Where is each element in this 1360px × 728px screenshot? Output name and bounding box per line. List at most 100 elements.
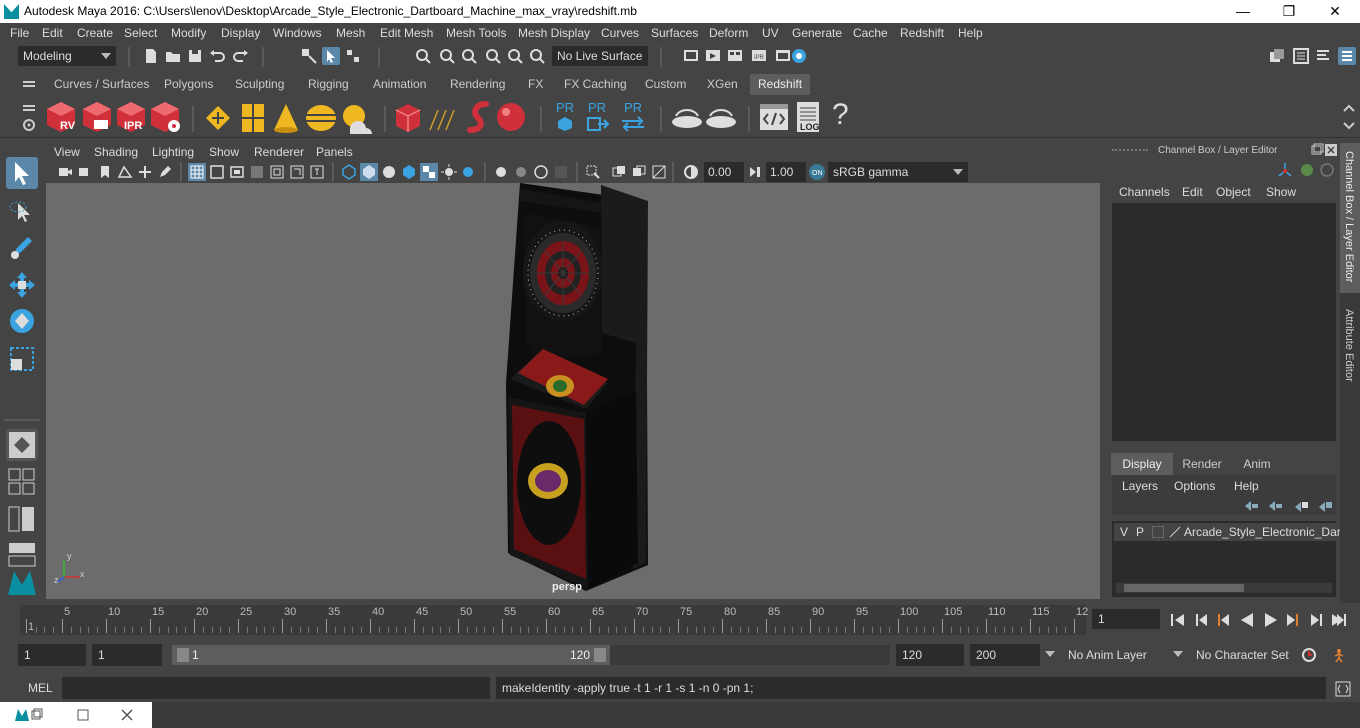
toggle-channel-box-icon[interactable] bbox=[1338, 47, 1356, 65]
ipr-render-icon[interactable]: IPR bbox=[750, 47, 768, 65]
close-panel-icon[interactable] bbox=[1324, 143, 1338, 157]
isolate-select-icon[interactable] bbox=[584, 163, 602, 181]
use-all-lights-icon[interactable] bbox=[440, 163, 458, 181]
shelf-tab-animation[interactable]: Animation bbox=[365, 74, 434, 95]
layer-color-swatch[interactable] bbox=[1152, 526, 1164, 538]
command-input[interactable] bbox=[62, 677, 490, 699]
character-set-selector[interactable]: No Character Set bbox=[1190, 644, 1294, 666]
toggle-outliner-icon[interactable] bbox=[1292, 47, 1310, 65]
single-perspective-layout-icon[interactable] bbox=[6, 429, 38, 461]
screen-space-ao-icon[interactable] bbox=[492, 163, 510, 181]
shelf-scroll-down-icon[interactable] bbox=[1340, 116, 1358, 134]
save-scene-icon[interactable] bbox=[186, 47, 204, 65]
layer-playback-toggle[interactable]: P bbox=[1136, 525, 1144, 539]
script-editor-icon[interactable] bbox=[758, 102, 790, 132]
viewport-menu-panels[interactable]: Panels bbox=[316, 145, 353, 159]
layer-row[interactable]: V P Arcade_Style_Electronic_Dart bbox=[1114, 523, 1344, 541]
color-space-selector[interactable]: sRGB gamma bbox=[828, 162, 968, 182]
restore-window-icon[interactable] bbox=[30, 707, 44, 721]
menu-create[interactable]: Create bbox=[77, 26, 113, 40]
menu-edit[interactable]: Edit bbox=[42, 26, 63, 40]
snap-grid-icon[interactable] bbox=[414, 47, 432, 65]
side-tab-attribute-editor[interactable]: Attribute Editor bbox=[1340, 303, 1360, 403]
film-gate-icon[interactable] bbox=[208, 163, 226, 181]
shelf-tab-sculpting[interactable]: Sculpting bbox=[227, 74, 292, 95]
shelf-tab-polygons[interactable]: Polygons bbox=[156, 74, 221, 95]
step-forward-icon[interactable] bbox=[1308, 611, 1326, 629]
outliner-layout-icon[interactable] bbox=[8, 505, 36, 533]
play-forwards-icon[interactable] bbox=[1262, 611, 1280, 629]
layer-tab-anim[interactable]: Anim bbox=[1232, 453, 1282, 475]
motion-blur-icon[interactable] bbox=[512, 163, 530, 181]
menu-edit-mesh[interactable]: Edit Mesh bbox=[380, 26, 433, 40]
hypershade-icon[interactable] bbox=[790, 47, 808, 65]
new-scene-icon[interactable] bbox=[142, 47, 160, 65]
layer-visibility-toggle[interactable]: V bbox=[1120, 525, 1128, 539]
animation-start-field[interactable]: 1 bbox=[18, 644, 86, 666]
menu-mesh-display[interactable]: Mesh Display bbox=[518, 26, 590, 40]
render-frame-icon[interactable] bbox=[704, 47, 722, 65]
range-start-handle[interactable] bbox=[177, 648, 189, 662]
shelf-tab-custom[interactable]: Custom bbox=[637, 74, 694, 95]
layer-tab-display[interactable]: Display bbox=[1111, 453, 1173, 475]
default-material-icon[interactable] bbox=[400, 163, 418, 181]
menu-deform[interactable]: Deform bbox=[709, 26, 748, 40]
menu-curves[interactable]: Curves bbox=[601, 26, 639, 40]
maya-home-icon[interactable] bbox=[6, 567, 38, 597]
shelf-tab-rendering[interactable]: Rendering bbox=[442, 74, 513, 95]
layer-menu-options[interactable]: Options bbox=[1174, 479, 1215, 493]
snap-point-icon[interactable] bbox=[460, 47, 478, 65]
live-surface-field[interactable]: No Live Surface bbox=[552, 46, 648, 66]
maximize-button[interactable]: ❐ bbox=[1266, 0, 1312, 23]
select-by-component-icon[interactable] bbox=[344, 47, 362, 65]
current-frame-field[interactable]: 1 bbox=[1092, 609, 1160, 629]
volume-icon[interactable] bbox=[426, 106, 460, 132]
menu-generate[interactable]: Generate bbox=[792, 26, 842, 40]
pr-visibility-icon[interactable]: PR bbox=[582, 100, 612, 134]
open-scene-icon[interactable] bbox=[164, 47, 182, 65]
animation-preferences-icon[interactable] bbox=[1330, 646, 1348, 664]
depth-of-field-icon[interactable] bbox=[552, 163, 570, 181]
environment-bake-icon[interactable] bbox=[670, 102, 704, 132]
move-layer-up-icon[interactable] bbox=[1242, 497, 1260, 515]
layer-edit-icon[interactable] bbox=[1168, 525, 1182, 539]
area-light-icon[interactable] bbox=[202, 102, 234, 134]
hair-shader-icon[interactable] bbox=[464, 100, 494, 134]
image-plane-icon[interactable] bbox=[116, 163, 134, 181]
playback-end-field[interactable]: 120 bbox=[896, 644, 964, 666]
proxy-mesh-icon[interactable] bbox=[394, 102, 422, 134]
snap-curve-icon[interactable] bbox=[438, 47, 456, 65]
move-tool-icon[interactable] bbox=[6, 269, 38, 301]
create-layer-from-selected-icon[interactable] bbox=[1316, 497, 1334, 515]
four-view-layout-icon[interactable] bbox=[8, 468, 36, 496]
float-panel-icon[interactable] bbox=[1310, 143, 1324, 157]
move-layer-down-icon[interactable] bbox=[1266, 497, 1284, 515]
select-by-hierarchy-icon[interactable] bbox=[300, 47, 318, 65]
minimize-button[interactable]: — bbox=[1220, 0, 1266, 23]
gear-icon[interactable] bbox=[20, 116, 38, 134]
panel-grip[interactable] bbox=[1112, 149, 1148, 155]
pr-object-properties-icon[interactable]: PR bbox=[550, 100, 580, 134]
anti-aliasing-icon[interactable] bbox=[532, 163, 550, 181]
layer-menu-layers[interactable]: Layers bbox=[1122, 479, 1158, 493]
menu-modify[interactable]: Modify bbox=[171, 26, 206, 40]
close-window-icon[interactable] bbox=[120, 708, 134, 722]
go-to-end-icon[interactable] bbox=[1330, 611, 1348, 629]
select-by-object-icon[interactable] bbox=[322, 47, 340, 65]
viewport-menu-renderer[interactable]: Renderer bbox=[254, 145, 304, 159]
safe-action-icon[interactable] bbox=[288, 163, 306, 181]
viewport-menu-shading[interactable]: Shading bbox=[94, 145, 138, 159]
xray-active-icon[interactable] bbox=[630, 163, 648, 181]
range-bar-track[interactable] bbox=[610, 645, 890, 665]
dartboard-machine-model[interactable] bbox=[46, 183, 1100, 599]
ies-light-icon[interactable] bbox=[304, 102, 338, 134]
grease-pencil-icon[interactable] bbox=[156, 163, 174, 181]
snap-view-plane-icon[interactable] bbox=[484, 47, 502, 65]
exposure-icon[interactable] bbox=[682, 163, 700, 181]
grid-icon[interactable] bbox=[188, 163, 206, 181]
menu-surfaces[interactable]: Surfaces bbox=[651, 26, 698, 40]
viewport-menu-lighting[interactable]: Lighting bbox=[152, 145, 194, 159]
2d-pan-zoom-icon[interactable] bbox=[136, 163, 154, 181]
close-button[interactable]: ✕ bbox=[1312, 0, 1358, 23]
safe-title-icon[interactable] bbox=[308, 163, 326, 181]
